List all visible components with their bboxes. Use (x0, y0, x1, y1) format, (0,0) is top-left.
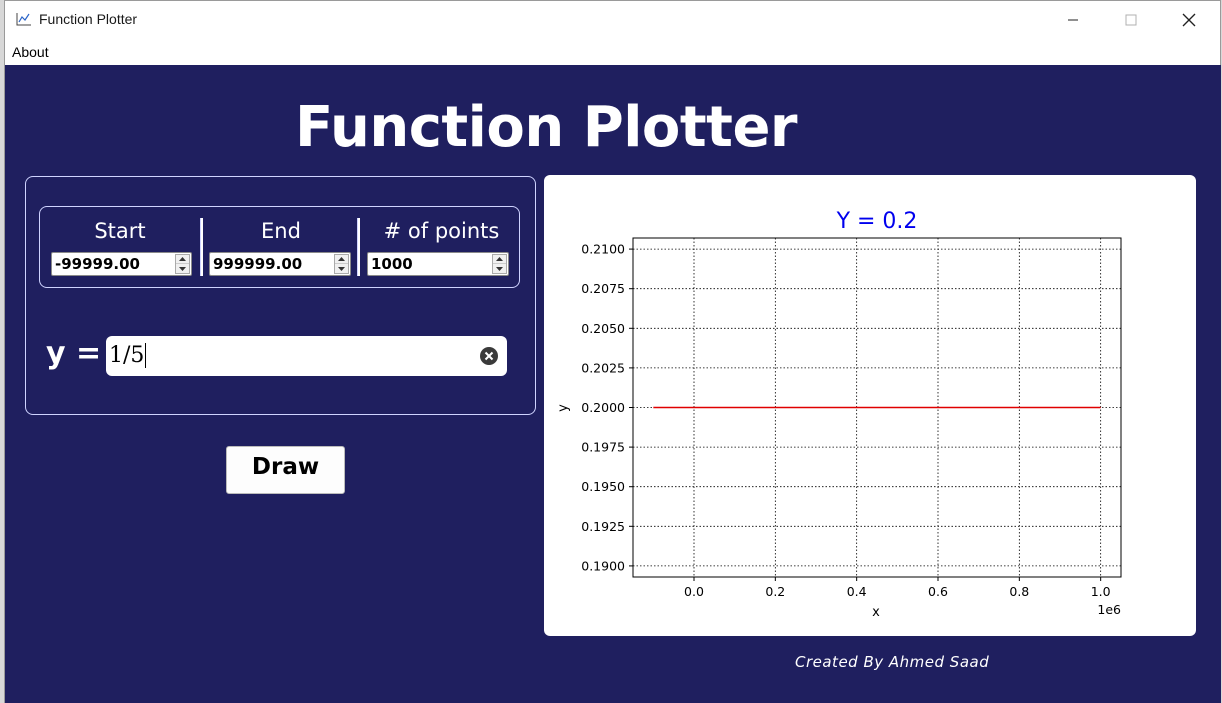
x-tick-label: 1.0 (1091, 584, 1111, 599)
end-value[interactable]: 999999.00 (213, 255, 302, 273)
main-content: Function Plotter Start -99999.00 End 999… (5, 65, 1221, 703)
y-tick-label: 0.1925 (581, 519, 625, 534)
window-title: Function Plotter (39, 11, 138, 27)
start-spinbox[interactable]: -99999.00 (51, 252, 192, 276)
start-group: Start -99999.00 (40, 207, 200, 289)
close-icon (1182, 13, 1196, 27)
arrow-up-icon (338, 257, 345, 261)
x-offset-label: 1e6 (1097, 602, 1121, 617)
credits-text: Created By Ahmed Saad (795, 653, 990, 671)
y-tick-label: 0.1950 (581, 479, 625, 494)
separator (357, 218, 360, 276)
start-spin-arrows[interactable] (175, 254, 190, 274)
start-decrement-button[interactable] (176, 264, 189, 273)
end-group: End 999999.00 (205, 207, 357, 289)
app-window: Function Plotter About Function Plotter … (4, 0, 1221, 703)
arrow-down-icon (496, 266, 503, 271)
x-axis-label: x (872, 605, 880, 620)
y-tick-label: 0.2050 (581, 321, 625, 336)
y-tick-label: 0.1975 (581, 440, 625, 455)
end-increment-button[interactable] (335, 255, 348, 264)
end-spinbox[interactable]: 999999.00 (209, 252, 351, 276)
x-tick-label: 0.8 (1009, 584, 1029, 599)
start-value[interactable]: -99999.00 (55, 255, 140, 273)
menu-bar: About (5, 39, 1220, 65)
x-tick-label: 0.4 (847, 584, 867, 599)
close-button[interactable] (1160, 1, 1218, 39)
y-tick-label: 0.1900 (581, 558, 625, 573)
arrow-up-icon (179, 257, 186, 261)
chart: 0.0 0.2 0.4 0.6 0.8 1.0 0.1900 0.1925 0.1950 0.19… (556, 209, 1122, 620)
y-tick-label: 0.2000 (581, 400, 625, 415)
y-tick-label: 0.2075 (581, 281, 625, 296)
chart-line-icon (16, 13, 31, 26)
points-increment-button[interactable] (493, 255, 506, 264)
end-label: End (261, 219, 301, 243)
chart-title: Y = 0.2 (836, 209, 918, 234)
maximize-button[interactable] (1102, 1, 1160, 39)
x-tick-label: 0.6 (928, 584, 948, 599)
points-spinbox[interactable]: 1000 (367, 252, 509, 276)
arrow-up-icon (496, 257, 503, 261)
x-tick-label: 0.0 (684, 584, 704, 599)
arrow-down-icon (179, 266, 186, 271)
draw-button[interactable]: Draw (226, 446, 345, 494)
x-tick-label: 0.2 (765, 584, 785, 599)
maximize-icon (1125, 14, 1137, 26)
title-bar: Function Plotter (5, 1, 1220, 39)
points-label: # of points (383, 219, 500, 243)
arrow-down-icon (338, 266, 345, 271)
end-spin-arrows[interactable] (334, 254, 349, 274)
start-label: Start (94, 219, 146, 243)
plot-panel: 0.0 0.2 0.4 0.6 0.8 1.0 0.1900 0.1925 0.1950 0.19… (544, 175, 1196, 636)
expression-input[interactable]: 1/5 (106, 336, 507, 376)
range-group: Start -99999.00 End 999999.00 # of point… (39, 206, 520, 288)
input-panel: Start -99999.00 End 999999.00 # of point… (25, 176, 536, 415)
minimize-button[interactable] (1044, 1, 1102, 39)
app-heading: Function Plotter (295, 95, 798, 160)
y-tick-label: 0.2025 (581, 360, 625, 375)
y-tick-label: 0.2100 (581, 242, 625, 257)
y-axis-label: y (556, 404, 571, 412)
end-decrement-button[interactable] (335, 264, 348, 273)
start-increment-button[interactable] (176, 255, 189, 264)
points-value[interactable]: 1000 (371, 255, 413, 273)
clear-icon[interactable] (480, 347, 498, 365)
separator (200, 218, 203, 276)
points-decrement-button[interactable] (493, 264, 506, 273)
expression-label: y = (46, 336, 102, 371)
menu-about[interactable]: About (12, 44, 49, 60)
minimize-icon (1068, 19, 1078, 21)
points-spin-arrows[interactable] (492, 254, 507, 274)
points-group: # of points 1000 (362, 207, 521, 289)
expression-value[interactable]: 1/5 (109, 343, 147, 368)
